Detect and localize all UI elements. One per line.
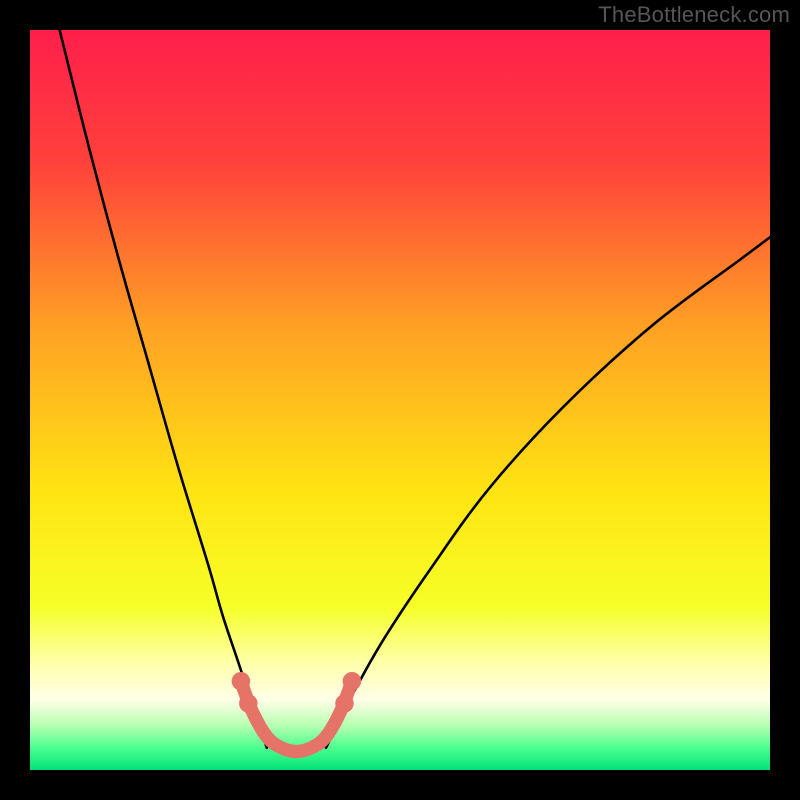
- valley-marker-dot: [239, 694, 257, 713]
- valley-marker-dot: [232, 672, 251, 691]
- chart-frame: TheBottleneck.com: [0, 0, 800, 800]
- watermark-text: TheBottleneck.com: [598, 2, 790, 28]
- valley-marker-dot: [343, 672, 362, 691]
- plot-background: [30, 30, 770, 770]
- bottleneck-chart: [30, 30, 770, 770]
- valley-marker-dot: [335, 694, 354, 713]
